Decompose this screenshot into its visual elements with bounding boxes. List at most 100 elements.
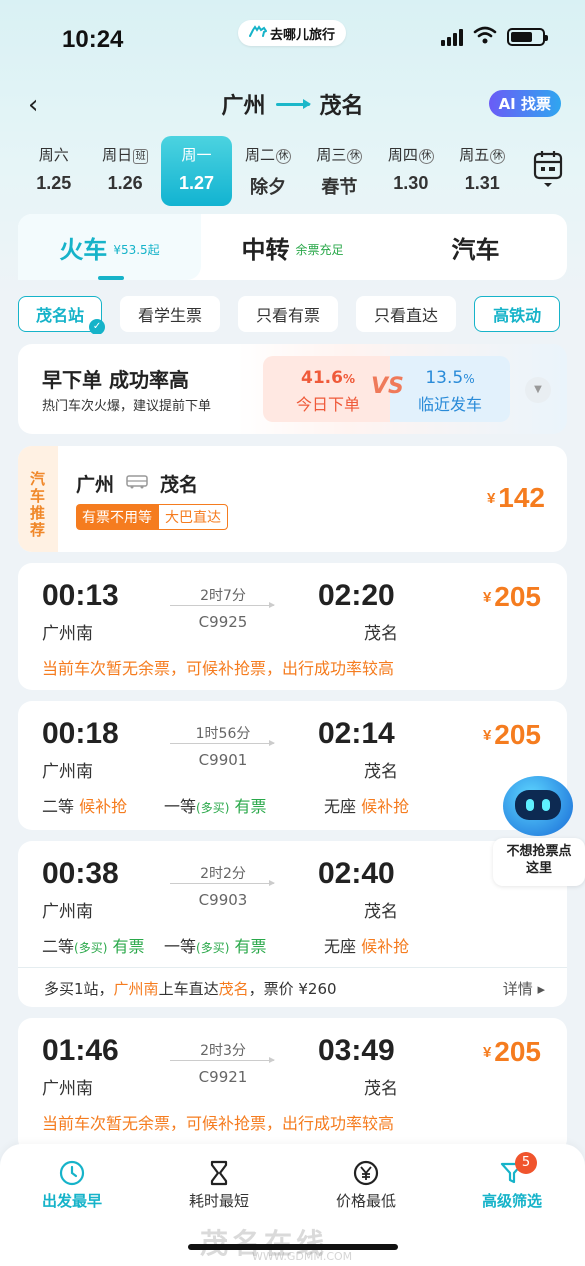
date-tag: 休 — [490, 149, 506, 164]
date-tag: 班 — [133, 149, 149, 164]
bus-recommend-card[interactable]: 汽车推荐 广州 茂名 有票不用等 大巴直达 ¥142 — [18, 446, 567, 552]
tab-train-price: ¥53.5起 — [113, 242, 160, 257]
seat-class: 无座 — [324, 937, 357, 956]
date-item[interactable]: 周五休 1.31 — [447, 136, 518, 206]
status-icons — [441, 26, 548, 48]
date-weekday-text: 周二 — [244, 146, 275, 164]
sort-shortest[interactable]: 耗时最短 — [159, 1160, 279, 1211]
bus-from: 广州 — [76, 474, 115, 496]
train-number: C9925 — [198, 613, 248, 631]
arrival-station: 茂名 — [364, 762, 398, 782]
arrival-time: 03:49 — [318, 1034, 395, 1067]
date-item[interactable]: 周二休除夕 — [232, 136, 303, 206]
date-item[interactable]: 周三休春节 — [304, 136, 375, 206]
multi-buy-offer[interactable]: 多买1站，广州南上车直达茂名，票价 ¥260 详情 ▸ — [18, 967, 567, 1007]
date-item[interactable]: 周日班 1.26 — [89, 136, 160, 206]
sort-lowest-price[interactable]: 价格最低 — [306, 1160, 426, 1211]
transport-mode-tabs: 火车 ¥53.5起 中转 余票充足 汽车 — [18, 214, 567, 280]
sort-earliest[interactable]: 出发最早 — [12, 1160, 132, 1211]
date-value: 1.30 — [393, 173, 429, 193]
departure-time: 00:18 — [42, 717, 119, 750]
bus-tags: 有票不用等 大巴直达 — [76, 504, 228, 530]
train-card[interactable]: 00:13 2时7分 C9925 02:20 广州南 茂名 ¥205 当前车次暂… — [18, 563, 567, 690]
tab-bus[interactable]: 汽车 — [384, 214, 567, 280]
seat-class: 一等 — [164, 797, 197, 816]
status-time: 10:24 — [62, 26, 124, 53]
arrival-station: 茂名 — [364, 624, 398, 644]
duration: 1时56分 — [195, 726, 251, 742]
train-card[interactable]: 00:18 1时56分 C9901 02:14 广州南 茂名 ¥205 二等 候… — [18, 701, 567, 830]
arrival-time: 02:20 — [318, 579, 395, 612]
date-value: 1.26 — [107, 173, 143, 193]
seat-multi-buy: (多买) — [74, 941, 108, 955]
bus-tag-available: 有票不用等 — [76, 504, 158, 530]
offer-mid: 上车直达 — [158, 980, 219, 998]
yen-icon — [353, 1160, 379, 1186]
train-price-value: 205 — [494, 719, 541, 750]
filter-high-speed[interactable]: 高铁动 — [474, 296, 561, 332]
route-arrow-icon — [275, 98, 311, 109]
filter-label: 看学生票 — [138, 306, 203, 325]
sort-label: 价格最低 — [335, 1192, 396, 1210]
date-weekday: 周一 — [181, 146, 212, 164]
date-item-selected[interactable]: 周一 1.27 — [160, 136, 233, 206]
route-to: 茂名 — [319, 94, 364, 119]
seat-class: 一等 — [164, 937, 197, 956]
date-value: 1.27 — [179, 173, 215, 193]
filter-student[interactable]: 看学生票 — [120, 296, 221, 332]
date-item[interactable]: 周四休 1.30 — [375, 136, 446, 206]
promo-desc: 热门车次火爆，建议提前下单 — [42, 399, 212, 414]
filter-label: 只看直达 — [374, 306, 439, 325]
robot-eye — [542, 799, 550, 811]
train-number: C9901 — [198, 751, 248, 769]
details-link[interactable]: 详情 ▸ — [503, 978, 545, 999]
duration-arrow — [170, 602, 275, 608]
train-number: C9903 — [198, 891, 248, 909]
seat-first-class: 一等(多买) 有票 — [164, 793, 267, 817]
pct-sign: % — [463, 372, 475, 386]
date-weekday: 周五休 — [447, 144, 518, 165]
brand-pill: 去哪儿旅行 — [238, 20, 346, 46]
date-weekday: 周四休 — [375, 144, 446, 165]
seat-status: 有票 — [234, 797, 267, 816]
home-indicator — [188, 1244, 398, 1250]
robot-assistant[interactable]: 不想抢票点 这里 — [493, 776, 585, 886]
date-weekday-text: 周五 — [459, 146, 490, 164]
waitlist-message: 当前车次暂无余票，可候补抢票，出行成功率较高 — [42, 1114, 395, 1133]
filter-available[interactable]: 只看有票 — [238, 296, 339, 332]
date-weekday-text: 周四 — [387, 146, 418, 164]
filter-direct[interactable]: 只看直达 — [356, 296, 457, 332]
date-weekday-text: 周日 — [102, 146, 133, 164]
stat-near-departure: 13.5% 临近发车 — [390, 356, 510, 422]
clock-icon — [59, 1160, 85, 1186]
duration-arrow — [170, 1057, 275, 1063]
filter-label: 高铁动 — [493, 306, 542, 325]
seat-class: 无座 — [324, 797, 357, 816]
tab-train[interactable]: 火车 ¥53.5起 — [18, 214, 201, 280]
ai-find-ticket-button[interactable]: AI 找票 — [488, 90, 561, 117]
route-from: 广州 — [221, 94, 266, 119]
date-item[interactable]: 周六 1.25 — [18, 136, 89, 206]
offer-price: ，票价 ¥260 — [248, 980, 337, 998]
filter-station[interactable]: 茂名站 ✓ — [18, 296, 106, 334]
date-tag: 休 — [418, 149, 434, 164]
duration-arrow — [170, 740, 275, 746]
departure-station: 广州南 — [42, 1079, 93, 1099]
tab-transfer[interactable]: 中转 余票充足 — [201, 214, 384, 280]
train-price-value: 205 — [494, 1036, 541, 1067]
promo-banner[interactable]: 早下单 成功率高 热门车次火爆，建议提前下单 41.6% 今日下单 13.5% … — [18, 344, 567, 434]
calendar-icon[interactable] — [533, 150, 563, 190]
stat-near-pct: 13.5 — [425, 368, 464, 388]
date-value: 除夕 — [249, 177, 286, 197]
offer-station-to: 茂名 — [218, 980, 249, 998]
chevron-down-icon[interactable]: ▼ — [525, 377, 551, 403]
brand-name: 去哪儿旅行 — [269, 27, 335, 43]
bus-price-value: 142 — [498, 482, 545, 513]
advanced-filter[interactable]: 5 高级筛选 — [452, 1152, 572, 1211]
seat-status: 候补抢 — [361, 797, 410, 816]
robot-eye — [526, 799, 534, 811]
train-card[interactable]: 00:38 2时2分 C9903 02:40 广州南 茂名 ¥2 二等(多买) … — [18, 841, 567, 1007]
train-price: ¥205 — [483, 1036, 541, 1068]
arrival-time: 02:14 — [318, 717, 395, 750]
train-card[interactable]: 01:46 2时3分 C9921 03:49 广州南 茂名 ¥205 当前车次暂… — [18, 1018, 567, 1153]
